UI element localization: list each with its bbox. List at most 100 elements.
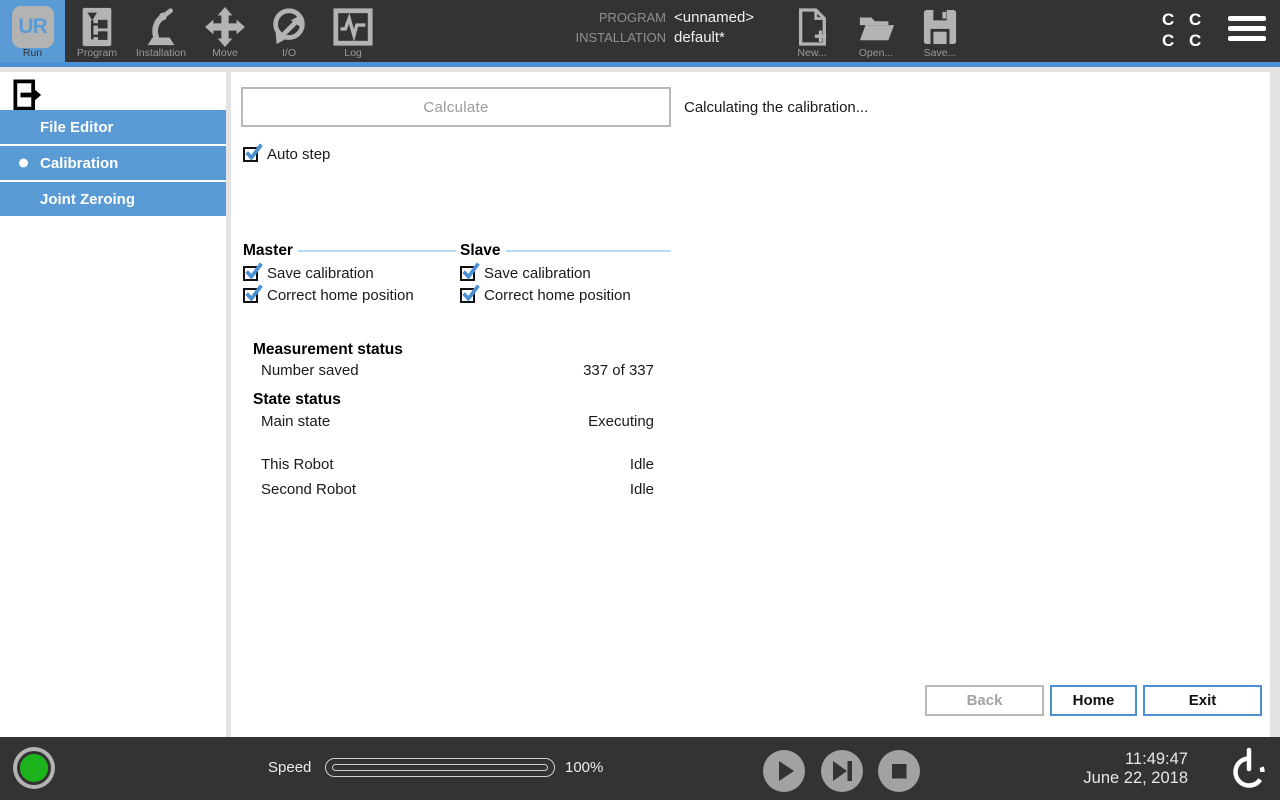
slave-title: Slave (460, 242, 501, 260)
second-robot-row: Second Robot Idle (261, 481, 654, 498)
number-saved-row: Number saved 337 of 337 (261, 362, 654, 379)
exit-button[interactable]: Exit (1143, 685, 1262, 716)
ur-logo-icon: UR (12, 6, 54, 48)
tab-log[interactable]: Log (321, 0, 385, 62)
installation-name: default* (674, 29, 754, 46)
second-robot-value: Idle (630, 481, 654, 498)
sidebar: File Editor Calibration Joint Zeroing (0, 72, 226, 737)
master-correct-home-label: Correct home position (267, 287, 414, 304)
this-robot-value: Idle (630, 456, 654, 473)
master-save-calibration-checkbox[interactable] (243, 266, 258, 281)
this-robot-label: This Robot (261, 456, 334, 473)
master-group: Master Save calibration Correct home pos… (243, 242, 456, 304)
speed-value: 100% (565, 759, 603, 776)
speed-label: Speed (268, 759, 311, 776)
calibration-panel: Calculate Calculating the calibration...… (231, 72, 1270, 737)
green-status-light[interactable] (13, 747, 55, 789)
save-button[interactable]: Save... (908, 0, 972, 62)
calibration-status-message: Calculating the calibration... (684, 99, 868, 116)
back-button[interactable]: Back (925, 685, 1044, 716)
number-saved-value: 337 of 337 (583, 362, 654, 379)
tab-program[interactable]: Program (65, 0, 129, 62)
open-folder-icon (856, 8, 896, 51)
cc-row-1: C C (1162, 9, 1201, 30)
measurement-status-title: Measurement status (253, 341, 403, 359)
log-waveform-icon (332, 6, 374, 53)
home-button[interactable]: Home (1050, 685, 1137, 716)
slave-correct-home-checkbox[interactable] (460, 288, 475, 303)
open-button[interactable]: Open... (844, 0, 908, 62)
new-button-label: New... (780, 47, 844, 59)
footer-bar: Speed 100% 11:49:47 June 22, 2018 (0, 737, 1280, 800)
main-state-value: Executing (588, 413, 654, 430)
tab-move-label: Move (193, 47, 257, 59)
speed-slider[interactable] (325, 758, 555, 777)
speed-slider-track (332, 764, 548, 771)
tab-io-label: I/O (257, 47, 321, 59)
cc-row-2: C C (1162, 30, 1201, 51)
header-bar: UR Run Program Installation Move (0, 0, 1280, 62)
cc-status-indicator: C C C C (1162, 9, 1201, 51)
this-robot-row: This Robot Idle (261, 456, 654, 473)
robot-arm-icon (139, 6, 183, 53)
clock: 11:49:47 June 22, 2018 (1083, 750, 1188, 788)
header-accent-strip (0, 62, 1280, 67)
master-title: Master (243, 242, 293, 260)
sidebar-item-label: Calibration (40, 155, 118, 172)
auto-step-label: Auto step (267, 146, 330, 163)
tab-run-label: Run (0, 47, 65, 59)
clock-date: June 22, 2018 (1083, 769, 1188, 788)
master-correct-home-checkbox[interactable] (243, 288, 258, 303)
program-label: PROGRAM (570, 10, 666, 25)
save-button-label: Save... (908, 47, 972, 59)
sidebar-menu: File Editor Calibration Joint Zeroing (0, 110, 226, 218)
io-circle-arrow-icon (267, 6, 311, 53)
main-state-label: Main state (261, 413, 330, 430)
open-button-label: Open... (844, 47, 908, 59)
number-saved-label: Number saved (261, 362, 359, 379)
second-robot-label: Second Robot (261, 481, 356, 498)
slave-group: Slave Save calibration Correct home posi… (460, 242, 671, 304)
sidebar-item-calibration[interactable]: Calibration (0, 146, 226, 180)
tab-log-label: Log (321, 47, 385, 59)
hamburger-menu-icon[interactable] (1228, 16, 1266, 46)
clock-time: 11:49:47 (1083, 750, 1188, 769)
move-arrows-icon (204, 6, 246, 53)
auto-step-checkbox[interactable] (243, 147, 258, 162)
program-tree-icon (77, 6, 117, 53)
main-tabs: UR Run Program Installation Move (0, 0, 385, 62)
save-floppy-icon (922, 8, 958, 51)
auto-step-row: Auto step (243, 146, 330, 163)
slave-save-calibration-checkbox[interactable] (460, 266, 475, 281)
panel-buttons: Back Home Exit (925, 685, 1262, 716)
tab-installation-label: Installation (129, 47, 193, 59)
installation-label: INSTALLATION (570, 30, 666, 45)
tab-run[interactable]: UR Run (0, 0, 65, 62)
file-actions: New... Open... Save... (780, 0, 972, 62)
tab-move[interactable]: Move (193, 0, 257, 62)
current-item-bullet (19, 159, 28, 168)
sidebar-item-file-editor[interactable]: File Editor (0, 110, 226, 144)
calculate-button[interactable]: Calculate (241, 87, 671, 127)
tab-io[interactable]: I/O (257, 0, 321, 62)
state-status-title: State status (253, 391, 341, 409)
program-info: PROGRAM <unnamed> INSTALLATION default* (570, 9, 754, 46)
stop-button[interactable] (878, 750, 920, 792)
new-button[interactable]: New... (780, 0, 844, 62)
play-button[interactable] (763, 750, 805, 792)
tab-installation[interactable]: Installation (129, 0, 193, 62)
slave-separator-line (506, 250, 671, 252)
master-save-calibration-label: Save calibration (267, 265, 374, 282)
sidebar-item-label: Joint Zeroing (40, 191, 135, 208)
step-forward-button[interactable] (821, 750, 863, 792)
master-separator-line (298, 250, 456, 252)
polyscope-screen: UR Run Program Installation Move (0, 0, 1280, 800)
new-file-icon (795, 8, 829, 51)
power-icon[interactable] (1227, 746, 1271, 797)
main-state-row: Main state Executing (261, 413, 654, 430)
sidebar-item-label: File Editor (40, 119, 113, 136)
slave-save-calibration-label: Save calibration (484, 265, 591, 282)
tab-program-label: Program (65, 47, 129, 59)
sidebar-item-joint-zeroing[interactable]: Joint Zeroing (0, 182, 226, 216)
program-name: <unnamed> (674, 9, 754, 26)
